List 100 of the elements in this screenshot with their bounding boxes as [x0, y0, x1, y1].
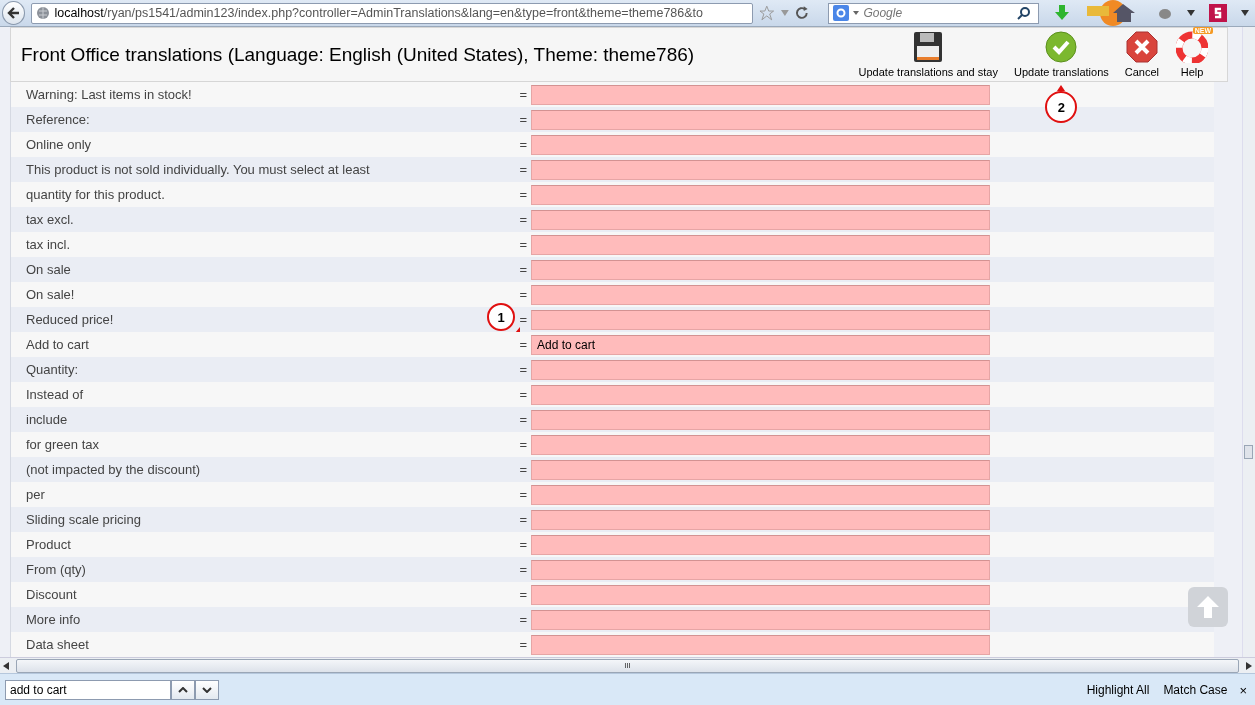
translation-field[interactable]	[531, 484, 990, 505]
string-label: Reference:	[26, 112, 90, 127]
equals-sign: =	[518, 287, 528, 302]
string-label: tax incl.	[26, 237, 71, 252]
address-bar[interactable]: localhost/ryan/ps1541/admin123/index.php?controller=AdminTranslations&lang=en&type=front&theme=theme786&to	[31, 2, 754, 24]
string-label: Add to cart	[26, 337, 89, 352]
back-button[interactable]	[2, 1, 26, 25]
find-option[interactable]: Highlight All	[1086, 683, 1150, 697]
equals-sign: =	[518, 387, 528, 402]
equals-sign: =	[518, 462, 528, 477]
equals-sign: =	[518, 87, 528, 102]
translation-field[interactable]	[531, 559, 990, 580]
scroll-grip: III	[624, 661, 631, 670]
download-icon[interactable]	[1055, 5, 1069, 21]
translation-field[interactable]	[531, 434, 990, 455]
close-icon	[1125, 31, 1158, 63]
globe-icon	[36, 6, 51, 20]
string-label: Online only	[26, 137, 92, 152]
checkmark-icon	[1045, 31, 1078, 63]
string-label: Product	[26, 537, 71, 552]
right-arrow-icon[interactable]	[1246, 661, 1252, 670]
translation-field[interactable]	[531, 534, 990, 555]
equals-sign: =	[518, 112, 528, 127]
equals-sign: =	[518, 337, 528, 352]
equals-sign: =	[518, 637, 528, 652]
string-label: (not impacted by the discount)	[26, 462, 201, 477]
translation-field[interactable]	[531, 259, 990, 280]
find-option[interactable]: Match Case	[1163, 683, 1228, 697]
previous-button[interactable]	[171, 680, 195, 700]
search-icon[interactable]	[1017, 6, 1032, 20]
s-icon[interactable]	[1209, 4, 1227, 22]
dropdown-icon[interactable]	[1241, 10, 1249, 16]
translation-field[interactable]	[531, 459, 990, 480]
equals-sign: =	[518, 362, 528, 377]
string-label: Instead of	[26, 387, 84, 402]
equals-sign: =	[518, 487, 528, 502]
star-icon[interactable]	[759, 5, 775, 21]
string-label: Data sheet	[26, 637, 89, 652]
equals-sign: =	[518, 187, 528, 202]
dropdown-icon[interactable]	[853, 11, 860, 15]
toolbar-button[interactable]: Cancel	[1116, 31, 1167, 78]
reload-icon[interactable]	[794, 6, 809, 20]
string-label: This product is not sold individually. You must select at least	[26, 162, 370, 177]
caret-down-icon	[202, 687, 212, 693]
vertical-scrollbar[interactable]	[1242, 27, 1255, 657]
translation-field[interactable]	[531, 284, 990, 305]
string-label: Warning: Last items in stock!	[26, 87, 192, 102]
left-arrow-icon[interactable]	[3, 661, 9, 670]
string-label: quantity for this product.	[26, 187, 165, 202]
string-label: Quantity:	[26, 362, 79, 377]
scroll-top-button[interactable]	[1188, 587, 1228, 627]
translation-field[interactable]	[531, 309, 990, 330]
equals-sign: =	[518, 512, 528, 527]
translation-field[interactable]: Add to cart	[531, 334, 990, 355]
string-label: per	[26, 487, 45, 502]
translation-field[interactable]	[531, 409, 990, 430]
equals-sign: =	[518, 237, 528, 252]
next-button[interactable]	[195, 680, 219, 700]
back-arrow-icon	[6, 6, 21, 20]
translation-field[interactable]	[531, 109, 990, 130]
dropdown-icon[interactable]	[1187, 10, 1195, 16]
search-bar[interactable]: Google	[828, 2, 1039, 24]
equals-sign: =	[518, 562, 528, 577]
translation-field[interactable]	[531, 384, 990, 405]
translation-field[interactable]	[531, 359, 990, 380]
page-title: Front Office translations (Language: English (United States), Theme: theme786)	[21, 43, 695, 66]
string-label: More info	[26, 612, 81, 627]
string-label: Sliding scale pricing	[26, 512, 141, 527]
string-label: tax excl.	[26, 212, 74, 227]
horizontal-scrollbar[interactable]: III	[0, 657, 1255, 673]
translation-field[interactable]	[531, 159, 990, 180]
string-label: From (qty)	[26, 562, 86, 577]
translation-field[interactable]	[531, 509, 990, 530]
translation-field[interactable]	[531, 634, 990, 655]
translation-field[interactable]	[531, 234, 990, 255]
translation-field[interactable]	[531, 84, 990, 105]
lifebuoy-icon	[1176, 31, 1208, 63]
equals-sign: =	[518, 212, 528, 227]
equals-sign: =	[518, 537, 528, 552]
close-button[interactable]: ×	[1239, 682, 1247, 698]
toolbar-button[interactable]: Update translations and stay	[850, 31, 1006, 78]
callout-marker: 1	[487, 303, 515, 331]
translation-field[interactable]	[531, 184, 990, 205]
caret-up-icon	[178, 687, 188, 693]
translation-field[interactable]	[531, 209, 990, 230]
equals-sign: =	[518, 162, 528, 177]
string-label: Reduced price!	[26, 312, 114, 327]
equals-sign: =	[518, 612, 528, 627]
equals-sign: =	[518, 437, 528, 452]
find-field[interactable]: add to cart	[5, 680, 171, 700]
equals-sign: =	[518, 587, 528, 602]
translation-field[interactable]	[531, 609, 990, 630]
string-label: Discount	[26, 587, 77, 602]
translation-field[interactable]	[531, 134, 990, 155]
string-label: On sale	[26, 262, 71, 277]
string-label: On sale!	[26, 287, 75, 302]
equals-sign: =	[518, 137, 528, 152]
equals-sign: =	[518, 412, 528, 427]
string-label: include	[26, 412, 68, 427]
translation-field[interactable]	[531, 584, 990, 605]
